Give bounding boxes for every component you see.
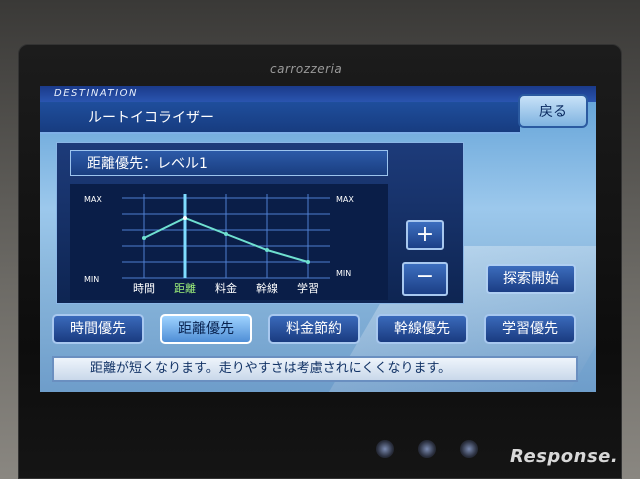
- priority-main-road-button[interactable]: 幹線優先: [376, 314, 468, 344]
- x-label: 学習: [297, 281, 319, 295]
- priority-learning-button[interactable]: 学習優先: [484, 314, 576, 344]
- back-button[interactable]: 戻る: [518, 94, 588, 128]
- nav-screen: DESTINATION ルートイコライザー 戻る 距離優先：レベル1 MAX M…: [40, 86, 596, 392]
- watermark-logo: Response.: [510, 446, 619, 467]
- curve-point: [306, 260, 310, 264]
- max-label-left: MAX: [84, 195, 102, 204]
- brand-logo: carrozzeria: [270, 62, 343, 76]
- curve-point: [265, 248, 269, 252]
- hardware-button-1[interactable]: [376, 440, 394, 458]
- min-label-left: MIN: [84, 275, 99, 284]
- curve-point: [183, 216, 187, 220]
- priority-buttons: 時間優先 距離優先 料金節約 幹線優先 学習優先: [52, 314, 592, 346]
- hardware-button-2[interactable]: [418, 440, 436, 458]
- decrease-button[interactable]: −: [402, 262, 448, 296]
- max-label-right: MAX: [336, 195, 354, 204]
- hardware-button-3[interactable]: [460, 440, 478, 458]
- priority-toll-saving-button[interactable]: 料金節約: [268, 314, 360, 344]
- min-label-right: MIN: [336, 269, 351, 278]
- start-search-button[interactable]: 探索開始: [486, 264, 576, 294]
- x-label: 料金: [215, 281, 237, 295]
- route-equalizer-graph: MAX MIN MAX MIN 時間 距離 料金 幹線 学習: [70, 184, 388, 300]
- curve-point: [224, 232, 228, 236]
- page-title: ルートイコライザー: [88, 110, 214, 126]
- level-display: 距離優先：レベル1: [70, 150, 388, 176]
- x-label: 距離: [174, 281, 196, 295]
- destination-bar: DESTINATION: [40, 86, 596, 102]
- priority-time-button[interactable]: 時間優先: [52, 314, 144, 344]
- message-bar: 距離が短くなります。走りやすさは考慮されにくくなります。: [52, 356, 578, 382]
- x-label: 時間: [133, 282, 155, 295]
- destination-label: DESTINATION: [54, 88, 138, 99]
- x-label: 幹線: [256, 281, 278, 295]
- increase-button[interactable]: +: [406, 220, 444, 250]
- priority-distance-button[interactable]: 距離優先: [160, 314, 252, 344]
- curve-point: [142, 236, 146, 240]
